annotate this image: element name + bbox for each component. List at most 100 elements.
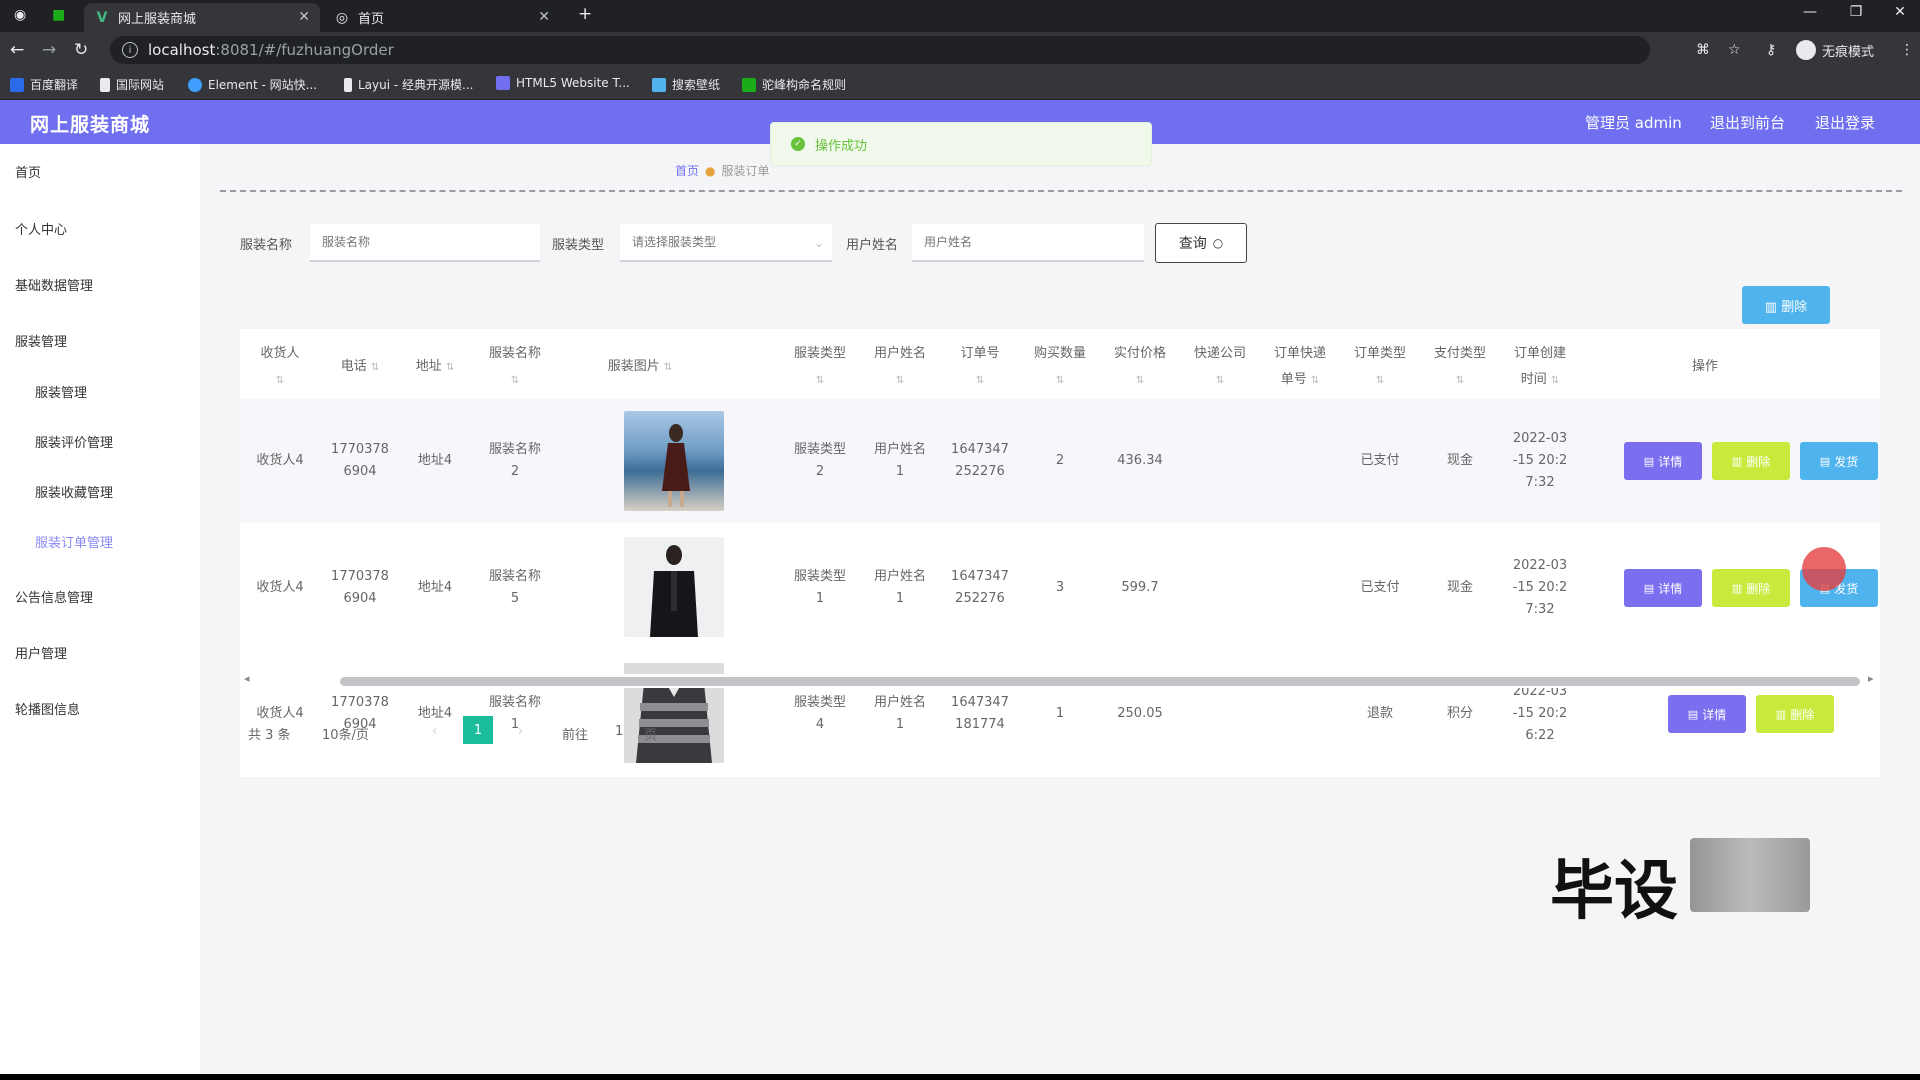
sidebar-item-users[interactable]: 用户管理 (15, 643, 67, 662)
search-user-input[interactable] (912, 224, 1144, 262)
sort-icon: ⇅ (510, 375, 520, 386)
bookmark-item[interactable]: 百度翻译 (10, 76, 78, 93)
col-header[interactable]: 快递公司 ⇅ (1185, 341, 1255, 394)
sidebar-item-base-data[interactable]: 基础数据管理 (15, 275, 93, 294)
orders-table: 收货人 ⇅ 电话 ⇅ 地址 ⇅ 服装名称 ⇅ 服装图片 ⇅ 服装类型 ⇅ 用户姓名 ⇅ … (240, 329, 1880, 777)
sidebar-item-notices[interactable]: 公告信息管理 (15, 587, 93, 606)
pagination-next[interactable]: › (518, 724, 523, 739)
cell-text: 1647347 (951, 442, 1009, 457)
browser-menu-icon[interactable]: ◉ (14, 7, 26, 23)
url-field[interactable]: i localhost :8081/#/fuzhuangOrder (110, 36, 1650, 64)
browser-tab-active[interactable]: V 网上服装商城 ✕ (84, 3, 320, 32)
scroll-left-icon[interactable]: ◂ (244, 672, 250, 685)
horizontal-scrollbar[interactable]: ◂ ▸ (240, 672, 1880, 688)
query-button[interactable]: 查询 ○ (1155, 223, 1247, 263)
cell-text: 服装类型 (793, 569, 846, 584)
sidebar-sub-orders[interactable]: 服装订单管理 (35, 532, 113, 551)
key-icon[interactable]: ⚷ (1766, 42, 1776, 58)
delete-button[interactable]: ▥ 删除 (1712, 569, 1790, 607)
naming-icon (742, 77, 756, 92)
tab-close-icon[interactable]: ✕ (538, 9, 550, 25)
minimize-icon[interactable]: — (1790, 4, 1830, 20)
pagination-page-suffix: 页 (644, 728, 658, 743)
batch-delete-button[interactable]: ▥ 删除 (1742, 286, 1830, 324)
col-header[interactable]: 订单快递 单号 ⇅ (1265, 341, 1335, 394)
incognito-indicator[interactable]: 无痕模式 (1796, 40, 1874, 60)
pagination-page-size[interactable]: 10条/页 (322, 724, 369, 743)
to-front-link[interactable]: 退出到前台 (1710, 112, 1785, 133)
translate-icon[interactable]: ⌘ (1696, 42, 1710, 58)
bookmark-item[interactable]: Element - 网站快... (188, 76, 317, 93)
bookmark-label: 国际网站 (116, 78, 165, 92)
dress-image-icon (662, 424, 690, 507)
sidebar-item-home[interactable]: 首页 (15, 162, 41, 181)
scrollbar-thumb[interactable] (340, 677, 1860, 686)
sort-icon: ⇅ (1055, 375, 1065, 386)
bookmark-item[interactable]: Layui - 经典开源模... (344, 76, 473, 93)
delete-button[interactable]: ▥ 删除 (1712, 442, 1790, 480)
bookmark-item[interactable]: HTML5 Website T... (496, 76, 630, 90)
breadcrumb-home[interactable]: 首页 (675, 164, 699, 178)
logout-link[interactable]: 退出登录 (1815, 112, 1875, 133)
col-header[interactable]: 地址 ⇅ (400, 354, 470, 381)
sidebar-sub-reviews[interactable]: 服装评价管理 (35, 432, 113, 451)
sidebar-item-carousel[interactable]: 轮播图信息 (15, 699, 80, 718)
cell-order-no: 1647347 252276 (945, 439, 1015, 483)
restore-icon[interactable]: ❐ (1836, 4, 1876, 20)
col-header[interactable]: 服装名称 ⇅ (475, 341, 555, 394)
brand-title: 网上服装商城 (30, 114, 151, 136)
chevron-down-icon[interactable]: ⌄ (814, 236, 824, 250)
detail-button[interactable]: ▤ 详情 (1668, 695, 1746, 733)
clothing-image[interactable] (624, 411, 724, 511)
cell-text: 2022-03 (1512, 558, 1568, 573)
browser-more-icon[interactable]: ⋮ (1900, 42, 1914, 58)
back-icon[interactable]: ← (10, 40, 24, 60)
detail-button[interactable]: ▤ 详情 (1624, 569, 1702, 607)
cell-text: 1770378 (331, 569, 389, 584)
bookmark-item[interactable]: 搜索壁纸 (652, 76, 720, 93)
col-header-text: 用户姓名 (873, 346, 926, 361)
bookmark-item[interactable]: 驼峰构命名规则 (742, 76, 846, 93)
cell-text: 252276 (955, 591, 1005, 606)
jacket-image-icon (650, 545, 698, 637)
reload-icon[interactable]: ↻ (74, 40, 88, 60)
cell-text: 1 (815, 591, 825, 606)
sidebar-item-profile[interactable]: 个人中心 (15, 219, 67, 238)
sidebar-sub-favorites[interactable]: 服装收藏管理 (35, 482, 113, 501)
batch-delete-label: 删除 (1781, 299, 1808, 315)
delete-button[interactable]: ▥ 删除 (1756, 695, 1834, 733)
col-header[interactable]: 支付类型 ⇅ (1425, 341, 1495, 394)
site-info-icon[interactable]: i (122, 42, 138, 58)
col-header[interactable]: 实付价格 ⇅ (1105, 341, 1175, 394)
col-header[interactable]: 订单类型 ⇅ (1345, 341, 1415, 394)
clothing-image[interactable] (624, 537, 724, 637)
pagination-current-page[interactable]: 1 (463, 716, 493, 744)
bookmark-star-icon[interactable]: ☆ (1728, 42, 1741, 58)
cell-receiver: 收货人4 (256, 706, 304, 721)
ship-button[interactable]: ▤发货 (1800, 442, 1878, 480)
forward-icon[interactable]: → (42, 40, 56, 60)
tab-close-icon[interactable]: ✕ (298, 9, 310, 25)
col-header[interactable]: 订单号 ⇅ (945, 341, 1015, 394)
search-type-select[interactable] (620, 224, 832, 262)
pagination-prev[interactable]: ‹ (432, 724, 437, 739)
detail-button[interactable]: ▤ 详情 (1624, 442, 1702, 480)
search-name-input[interactable] (310, 224, 540, 262)
pagination-goto-input[interactable]: 1 (615, 724, 623, 739)
new-tab-icon[interactable]: + (578, 4, 592, 24)
bookmark-item[interactable]: 国际网站 (100, 76, 164, 93)
sidebar-item-clothing[interactable]: 服装管理 (15, 331, 67, 350)
cell-text: 2022-03 (1512, 431, 1568, 446)
col-header[interactable]: 订单创建 时间 ⇅ (1505, 341, 1575, 394)
scroll-right-icon[interactable]: ▸ (1868, 672, 1874, 685)
col-header[interactable]: 服装图片 ⇅ (580, 354, 700, 381)
col-header[interactable]: 购买数量 ⇅ (1025, 341, 1095, 394)
col-header[interactable]: 电话 ⇅ (320, 354, 400, 381)
close-window-icon[interactable]: ✕ (1880, 4, 1920, 20)
bookmark-label: 搜索壁纸 (672, 78, 721, 92)
col-header[interactable]: 服装类型 ⇅ (785, 341, 855, 394)
col-header[interactable]: 收货人 ⇅ (245, 341, 315, 394)
col-header[interactable]: 用户姓名 ⇅ (865, 341, 935, 394)
browser-tab[interactable]: ◎ 首页 ✕ (324, 3, 560, 32)
sidebar-sub-clothing-manage[interactable]: 服装管理 (35, 382, 87, 401)
